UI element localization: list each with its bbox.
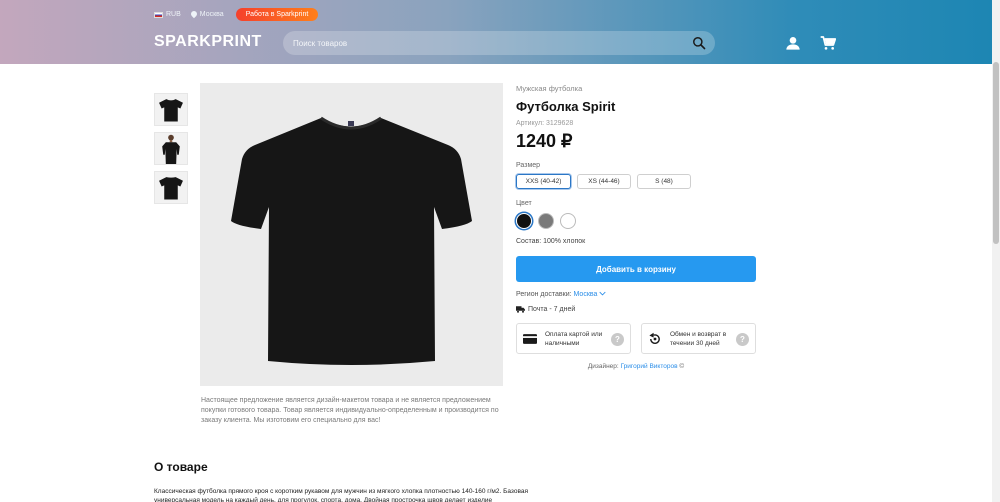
- payment-card-text: Оплата картой или наличными: [545, 331, 603, 347]
- product-main-image[interactable]: [200, 83, 503, 386]
- color-label: Цвет: [516, 200, 532, 207]
- designer-label: Дизайнер:: [587, 363, 619, 370]
- region-city-link[interactable]: Москва: [574, 291, 598, 298]
- site-header: RUB Москва Работа в Sparkprint SPARKPRIN…: [0, 0, 992, 64]
- city-label: Москва: [199, 11, 224, 18]
- product-composition: Состав: 100% хлопок: [516, 238, 586, 245]
- location-pin-icon: [191, 11, 197, 19]
- about-text: Классическая футболка прямого кроя с кор…: [154, 488, 528, 502]
- size-option-xxs[interactable]: XXS (40-42): [516, 174, 571, 189]
- region-label: Регион доставки:: [516, 291, 572, 298]
- thumbnail-back[interactable]: [154, 171, 188, 204]
- page-scrollbar[interactable]: [992, 0, 1000, 502]
- delivery-option: Почта - 7 дней: [516, 306, 756, 313]
- thumbnail-model[interactable]: [154, 132, 188, 165]
- product-title: Футболка Spirit: [516, 99, 616, 114]
- search-input[interactable]: [293, 31, 683, 55]
- work-button[interactable]: Работа в Sparkprint: [235, 8, 319, 21]
- model-thumbnail-icon: [162, 134, 180, 164]
- payment-card: Оплата картой или наличными ?: [516, 323, 631, 354]
- city-selector[interactable]: Москва: [191, 11, 224, 19]
- product-info: Мужская футболка Футболка Spirit Артикул…: [516, 84, 756, 370]
- size-option-s[interactable]: S (48): [637, 174, 691, 189]
- color-selector: [516, 213, 756, 229]
- currency-label: RUB: [166, 11, 181, 18]
- service-cards: Оплата картой или наличными ? Обмен и во…: [516, 323, 756, 354]
- delivery-region: Регион доставки: Москва: [516, 291, 756, 298]
- designer-copyright: ©: [679, 363, 685, 370]
- color-swatch-gray[interactable]: [538, 213, 554, 229]
- designer-credit: Дизайнер: Григорий Викторов ©: [516, 363, 756, 370]
- about-title: О товаре: [154, 460, 208, 474]
- delivery-text: Почта - 7 дней: [528, 306, 576, 313]
- size-selector: XXS (40-42) XS (44-46) S (48): [516, 174, 756, 189]
- header-topline: RUB Москва Работа в Sparkprint: [154, 8, 319, 21]
- color-swatch-white[interactable]: [560, 213, 576, 229]
- tshirt-image: [231, 116, 472, 365]
- product-price: 1240 ₽: [516, 131, 573, 151]
- add-to-cart-button[interactable]: Добавить в корзину: [516, 256, 756, 282]
- currency-selector[interactable]: RUB: [154, 11, 181, 18]
- tshirt-thumbnail-icon: [159, 98, 183, 121]
- size-label: Размер: [516, 162, 541, 169]
- help-icon[interactable]: ?: [736, 333, 749, 346]
- return-card: Обмен и возврат в течении 30 дней ?: [641, 323, 756, 354]
- scrollbar-thumb[interactable]: [993, 62, 999, 244]
- credit-card-icon: [523, 334, 537, 344]
- product-category[interactable]: Мужская футболка: [516, 84, 756, 93]
- return-icon: [649, 332, 660, 344]
- chevron-down-icon[interactable]: [599, 291, 606, 296]
- cart-icon[interactable]: [820, 35, 836, 51]
- color-swatch-black[interactable]: [516, 213, 532, 229]
- truck-icon: [516, 306, 525, 313]
- russia-flag-icon: [154, 11, 163, 18]
- return-card-text: Обмен и возврат в течении 30 дней: [670, 331, 727, 347]
- site-logo[interactable]: SPARKPRINT: [154, 33, 262, 51]
- thumbnail-front[interactable]: [154, 93, 188, 126]
- search-bar: [283, 31, 715, 55]
- size-option-xs[interactable]: XS (44-46): [577, 174, 631, 189]
- design-disclaimer: Настоящее предложение является дизайн-ма…: [201, 397, 499, 424]
- tshirt-back-thumbnail-icon: [159, 176, 183, 199]
- product-sku: Артикул: 3129628: [516, 120, 574, 127]
- help-icon[interactable]: ?: [611, 333, 624, 346]
- designer-link[interactable]: Григорий Викторов: [621, 363, 678, 370]
- search-icon[interactable]: [692, 36, 706, 50]
- user-icon[interactable]: [785, 35, 801, 51]
